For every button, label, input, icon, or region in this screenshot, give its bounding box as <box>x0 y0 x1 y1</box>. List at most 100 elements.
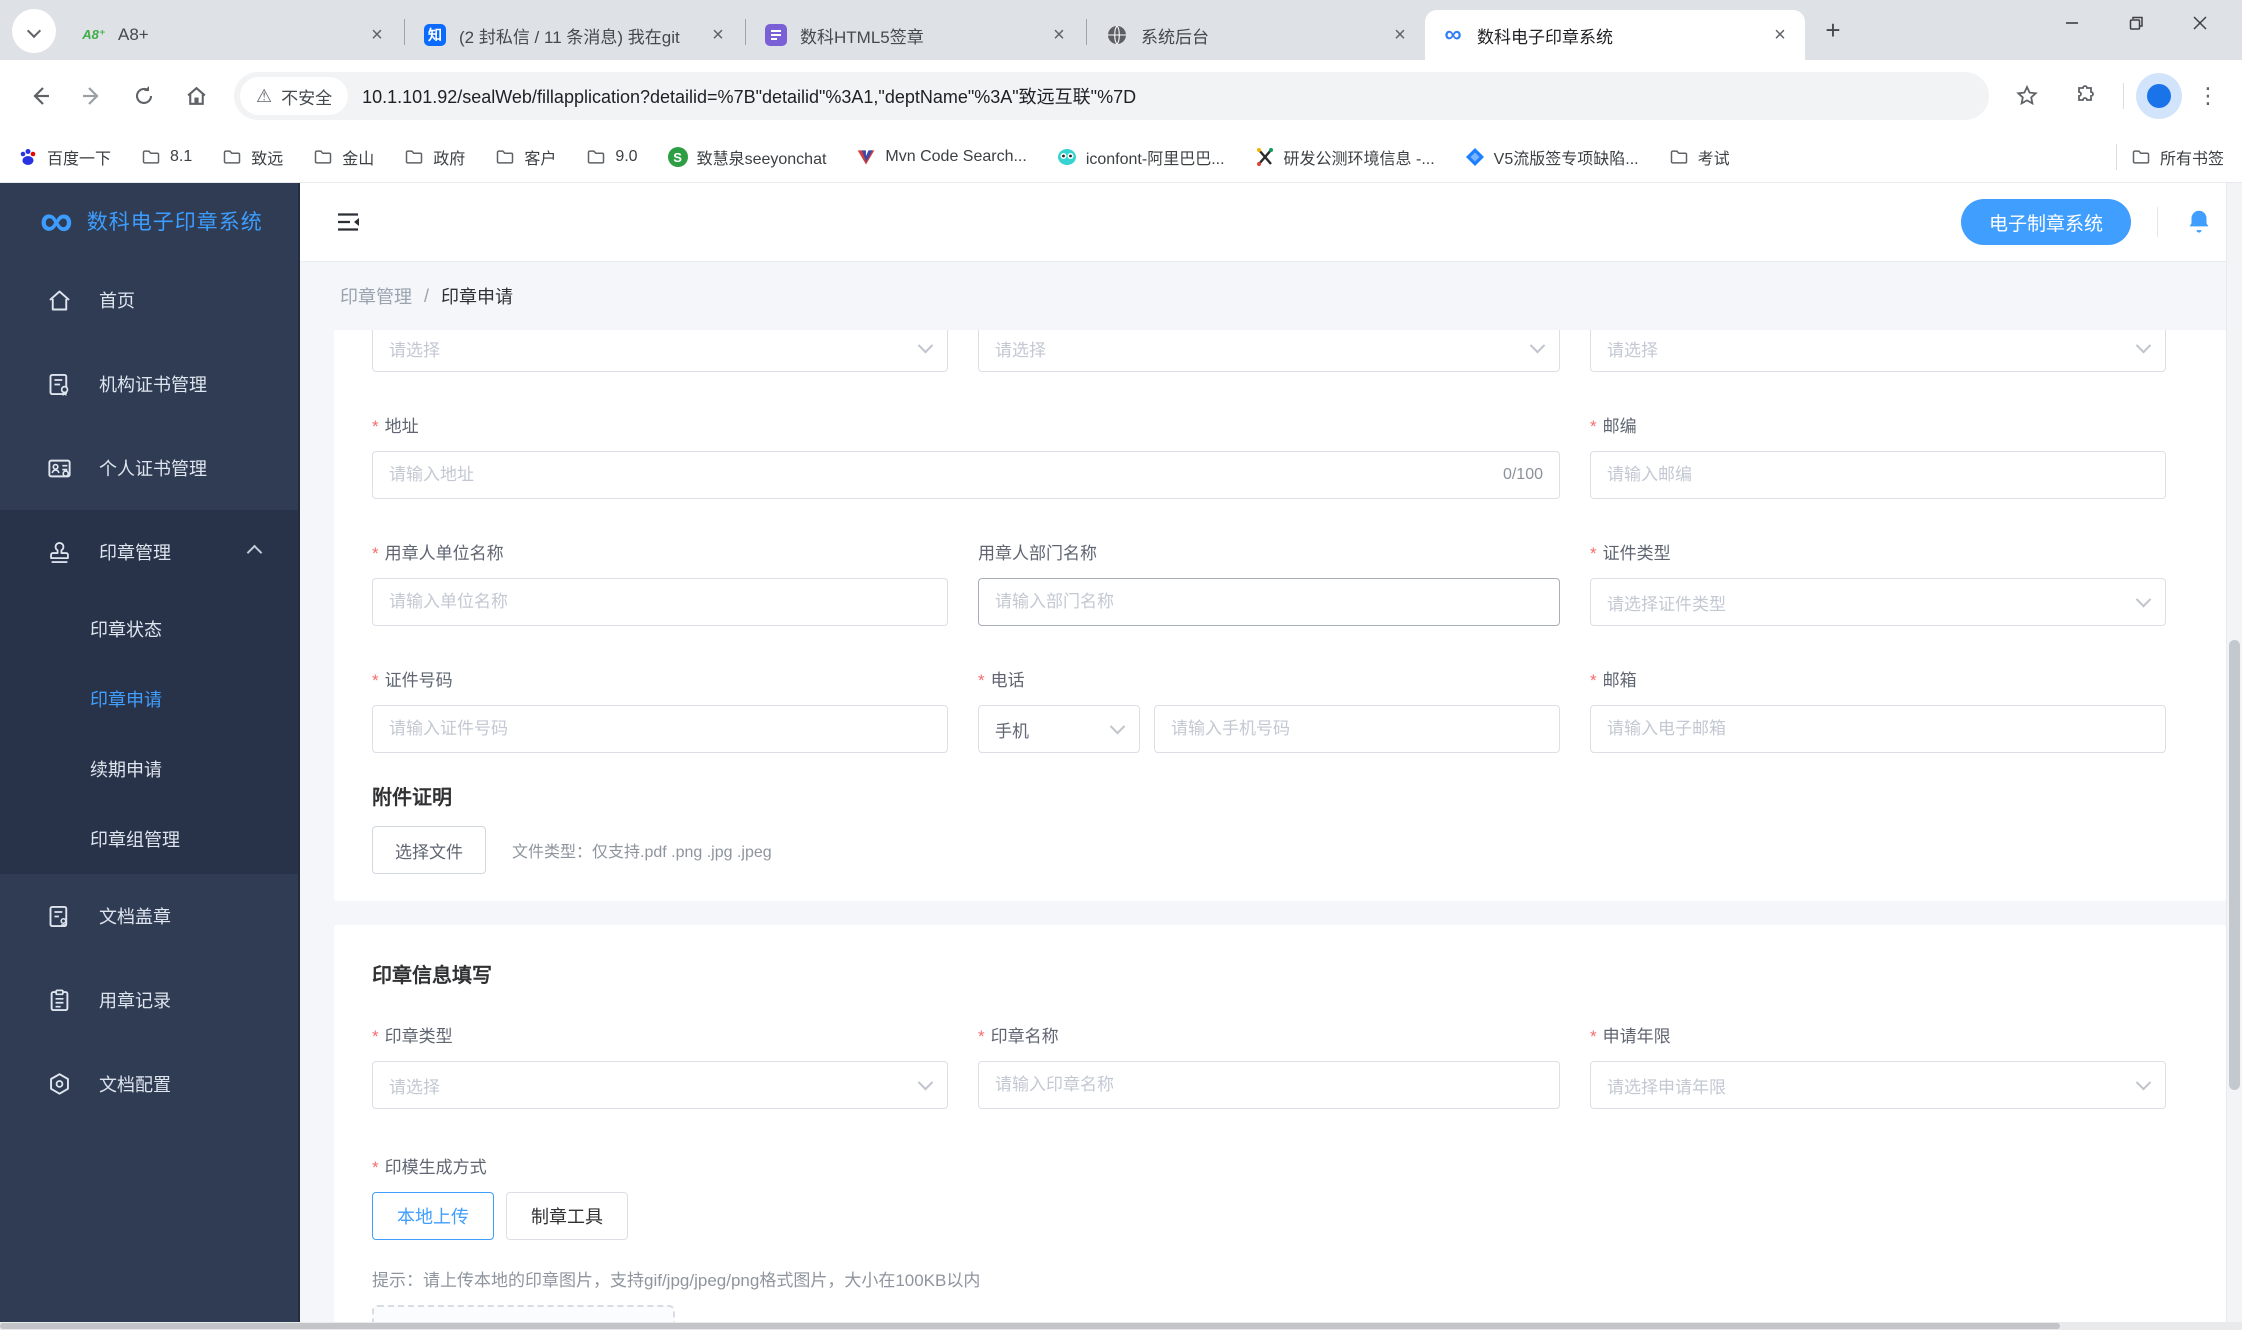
bookmark-folder[interactable]: 致远 <box>222 145 283 169</box>
seal-making-system-button[interactable]: 电子制章系统 <box>1960 199 2131 245</box>
bookmark-env-info[interactable]: 研发公测环境信息 -... <box>1255 145 1435 169</box>
horizontal-scrollbar-thumb[interactable] <box>0 1323 2060 1329</box>
toolbar-divider <box>2123 83 2124 109</box>
notification-bell-icon[interactable] <box>2184 206 2214 238</box>
sidebar-item-seal-records[interactable]: 用章记录 <box>0 958 298 1042</box>
apply-years-select[interactable]: 请选择申请年限 <box>1590 1061 2166 1109</box>
security-chip[interactable]: ⚠ 不安全 <box>240 77 349 115</box>
sidebar-item-personal-cert[interactable]: 个人证书管理 <box>0 426 298 510</box>
bookmark-v5-defects[interactable]: V5流版签专项缺陷... <box>1465 145 1639 169</box>
browser-tab[interactable]: 数科HTML5签章 × <box>748 10 1084 60</box>
profile-avatar[interactable] <box>2136 73 2182 119</box>
seal-image-upload-dropzone[interactable] <box>372 1305 675 1322</box>
chevron-down-icon <box>1109 718 1126 734</box>
bookmark-all-bookmarks[interactable]: 所有书签 <box>2131 145 2224 169</box>
sidebar-item-seal-management[interactable]: 印章管理 <box>0 510 298 594</box>
tab-close-icon[interactable]: × <box>705 22 731 48</box>
sidebar: ∞ 数科电子印章系统 首页 机构证书管理 个人证书管理 印章管理 印章状态 印章… <box>0 183 300 1322</box>
browser-tab-strip: A8⁺ A8+ × 知 (2 封私信 / 11 条消息) 我在git × 数科H… <box>0 0 2242 60</box>
sidebar-subitem-seal-status[interactable]: 印章状态 <box>0 594 298 664</box>
sidebar-subitem-seal-apply[interactable]: 印章申请 <box>0 664 298 734</box>
forward-button[interactable] <box>66 70 118 122</box>
sidebar-item-home[interactable]: 首页 <box>0 258 298 342</box>
tab-separator <box>1086 19 1087 45</box>
back-button[interactable] <box>14 70 66 122</box>
bookmark-star-button[interactable] <box>2001 70 2053 122</box>
folder-icon <box>315 150 332 164</box>
zipcode-label: * 邮编 <box>1590 417 1637 436</box>
zipcode-field-wrap <box>1590 451 2166 499</box>
bookmark-folder[interactable]: 客户 <box>495 145 556 169</box>
org-name-field-wrap <box>372 578 948 626</box>
x-colored-icon <box>1256 148 1273 166</box>
sidebar-item-doc-stamp[interactable]: 文档盖章 <box>0 874 298 958</box>
bookmark-folder[interactable]: 考试 <box>1669 145 1730 169</box>
restore-button[interactable] <box>2104 0 2168 46</box>
breadcrumb-seal-management[interactable]: 印章管理 <box>340 283 412 309</box>
extensions-icon[interactable] <box>2059 70 2111 122</box>
cert-type-label: * 证件类型 <box>1590 544 1671 563</box>
tab-close-icon[interactable]: × <box>1046 22 1072 48</box>
bookmark-folder[interactable]: 8.1 <box>141 147 192 167</box>
sidebar-item-org-cert[interactable]: 机构证书管理 <box>0 342 298 426</box>
bookmark-seeyonchat[interactable]: S 致慧泉seeyonchat <box>667 145 826 169</box>
app-root: ∞ 数科电子印章系统 首页 机构证书管理 个人证书管理 印章管理 印章状态 印章… <box>0 183 2242 1322</box>
url-bar[interactable]: ⚠ 不安全 10.1.101.92/sealWeb/fillapplicatio… <box>234 72 1989 120</box>
local-upload-tab[interactable]: 本地上传 <box>372 1192 494 1240</box>
address-label: * 地址 <box>372 417 419 436</box>
refresh-button[interactable] <box>118 70 170 122</box>
region-select-1[interactable]: 请选择 <box>372 330 948 372</box>
browser-menu-icon[interactable]: ⋮ <box>2188 83 2228 109</box>
close-window-button[interactable] <box>2168 0 2232 46</box>
address-char-counter: 0/100 <box>1502 466 1543 483</box>
sidebar-item-doc-config[interactable]: 文档配置 <box>0 1042 298 1126</box>
tab-close-icon[interactable]: × <box>1387 22 1413 48</box>
horizontal-scrollbar[interactable] <box>0 1322 2242 1330</box>
blue-diamond-icon <box>1465 148 1484 166</box>
phone-type-select[interactable]: 手机 <box>978 705 1140 753</box>
browser-tab-active[interactable]: ∞ 数科电子印章系统 × <box>1425 10 1805 60</box>
sidebar-fold-icon[interactable] <box>328 202 368 242</box>
folder-icon <box>224 150 241 164</box>
seal-name-input[interactable] <box>995 1075 1543 1095</box>
bookmark-folder[interactable]: 政府 <box>404 145 465 169</box>
seal-type-select[interactable]: 请选择 <box>372 1061 948 1109</box>
new-tab-button[interactable]: + <box>1813 10 1853 50</box>
address-input[interactable] <box>389 465 1503 485</box>
bookmark-folder[interactable]: 9.0 <box>586 147 638 167</box>
org-name-input[interactable] <box>389 592 931 612</box>
sidebar-subitem-renewal-apply[interactable]: 续期申请 <box>0 734 298 804</box>
chevron-down-icon <box>2135 1074 2152 1090</box>
browser-tab[interactable]: A8⁺ A8+ × <box>66 10 402 60</box>
home-button[interactable] <box>170 70 222 122</box>
minimize-button[interactable] <box>2040 0 2104 46</box>
cert-no-field-wrap <box>372 705 948 753</box>
email-input[interactable] <box>1607 719 2149 739</box>
org-certificate-icon <box>49 373 69 396</box>
bookmark-iconfont[interactable]: iconfont-阿里巴巴... <box>1057 145 1225 169</box>
cert-type-select[interactable]: 请选择证件类型 <box>1590 578 2166 626</box>
tab-close-icon[interactable]: × <box>364 22 390 48</box>
tab-close-icon[interactable]: × <box>1767 22 1793 48</box>
tab-list-button[interactable] <box>12 9 56 53</box>
bookmark-mvn-search[interactable]: Mvn Code Search... <box>856 147 1027 167</box>
vertical-scrollbar-thumb[interactable] <box>2229 640 2240 1090</box>
browser-tab[interactable]: 系统后台 × <box>1089 10 1425 60</box>
bookmark-baidu[interactable]: 百度一下 <box>18 145 111 169</box>
document-favicon-icon <box>764 23 788 47</box>
url-text[interactable]: 10.1.101.92/sealWeb/fillapplication?deta… <box>362 83 1136 109</box>
baidu-paw-icon <box>20 149 36 165</box>
seal-tool-tab[interactable]: 制章工具 <box>506 1192 628 1240</box>
region-select-3[interactable]: 请选择 <box>1590 330 2166 372</box>
choose-file-button[interactable]: 选择文件 <box>372 826 486 874</box>
sidebar-subitem-seal-group[interactable]: 印章组管理 <box>0 804 298 874</box>
zipcode-input[interactable] <box>1607 465 2149 485</box>
dept-name-input[interactable] <box>995 592 1543 612</box>
vertical-scrollbar[interactable] <box>2226 183 2242 1322</box>
browser-tab[interactable]: 知 (2 封私信 / 11 条消息) 我在git × <box>407 10 743 60</box>
region-select-2[interactable]: 请选择 <box>978 330 1560 372</box>
phone-input[interactable] <box>1171 719 1543 739</box>
bookmark-folder[interactable]: 金山 <box>313 145 374 169</box>
cert-no-input[interactable] <box>389 719 931 739</box>
